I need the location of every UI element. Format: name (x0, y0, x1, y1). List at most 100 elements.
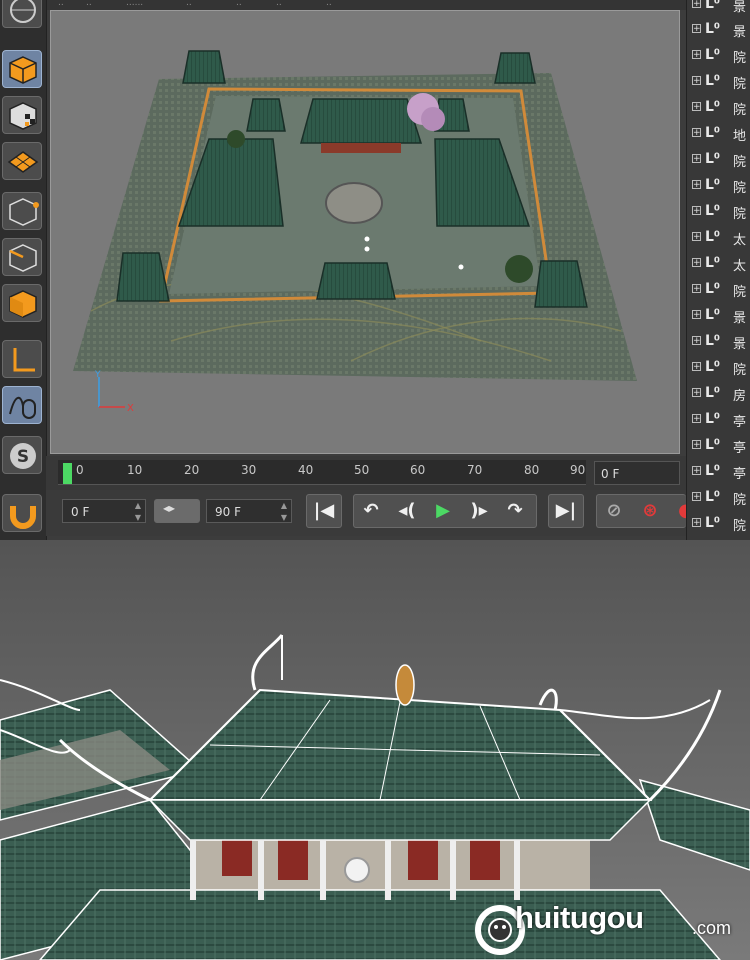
object-item[interactable]: + L⁰ 亭 (687, 407, 750, 433)
expand-icon[interactable]: + (692, 180, 701, 190)
expand-icon[interactable]: + (692, 102, 701, 112)
object-item[interactable]: + L⁰ 亭 (687, 459, 750, 485)
expand-icon[interactable]: + (692, 76, 701, 86)
model-mode-button[interactable] (2, 50, 42, 88)
expand-icon[interactable]: + (692, 336, 701, 346)
spinner-icon[interactable]: ▲ ▼ (281, 500, 287, 524)
object-label: 亭 (733, 467, 747, 482)
object-item[interactable]: + L⁰ 院 (687, 147, 750, 173)
null-object-icon: L⁰ (705, 411, 721, 427)
expand-icon[interactable]: + (692, 466, 701, 476)
frame-tick: 10 (127, 463, 143, 477)
playhead[interactable] (63, 463, 72, 484)
object-label: 地 (733, 129, 747, 144)
object-item[interactable]: + L⁰ 太 (687, 251, 750, 277)
tweak-mode-button[interactable] (2, 386, 42, 424)
object-label: 太 (733, 259, 747, 274)
object-item[interactable]: + L⁰ 亭 (687, 433, 750, 459)
watermark-suffix: .com (692, 918, 732, 938)
expand-icon[interactable]: + (692, 492, 701, 502)
axis-icon (13, 348, 35, 372)
object-item[interactable]: + L⁰ 景 (687, 0, 750, 18)
expand-icon[interactable]: + (692, 414, 701, 424)
key-icon[interactable]: ⊘ (597, 495, 631, 527)
go-to-start-button[interactable]: |◀ (306, 494, 342, 528)
prev-frame-button[interactable]: ◂( (390, 495, 424, 527)
svg-text:Y: Y (94, 370, 101, 380)
mouse-curve-icon (9, 396, 36, 419)
snap-button[interactable]: S (2, 436, 42, 474)
menu-bar: .. .. ...... .. .. .. .. (46, 0, 686, 10)
expand-icon[interactable]: + (692, 0, 701, 9)
expand-icon[interactable]: + (692, 50, 701, 60)
object-item[interactable]: + L⁰ 太 (687, 225, 750, 251)
object-item[interactable]: + L⁰ 房 (687, 381, 750, 407)
next-frame-button[interactable]: )▸ (462, 495, 496, 527)
expand-icon[interactable]: + (692, 128, 701, 138)
play-button[interactable]: ▶ (426, 495, 460, 527)
svg-text:S: S (17, 447, 29, 467)
expand-icon[interactable]: + (692, 24, 701, 34)
expand-icon[interactable]: + (692, 258, 701, 268)
null-object-icon: L⁰ (705, 99, 721, 115)
workplane-button[interactable] (2, 142, 42, 180)
null-object-icon: L⁰ (705, 203, 721, 219)
menu-item[interactable]: .. (276, 0, 282, 8)
texture-mode-button[interactable] (2, 96, 42, 134)
object-item[interactable]: + L⁰ 院 (687, 355, 750, 381)
expand-icon[interactable]: + (692, 206, 701, 216)
object-label: 景 (733, 311, 747, 326)
expand-icon[interactable]: + (692, 388, 701, 398)
object-item[interactable]: + L⁰ 院 (687, 511, 750, 537)
current-frame-field[interactable]: 0 F (594, 461, 680, 485)
menu-item[interactable]: .. (236, 0, 242, 8)
expand-icon[interactable]: + (692, 362, 701, 372)
object-item[interactable]: + L⁰ 院 (687, 69, 750, 95)
menu-item[interactable]: .. (326, 0, 332, 8)
object-item[interactable]: + L⁰ 景 (687, 17, 750, 43)
null-object-icon: L⁰ (705, 0, 721, 12)
menu-item[interactable]: .. (58, 0, 64, 8)
menu-item[interactable]: ...... (126, 0, 143, 8)
object-item[interactable]: + L⁰ 景 (687, 329, 750, 355)
expand-icon[interactable]: + (692, 518, 701, 528)
object-item[interactable]: + L⁰ 院 (687, 173, 750, 199)
record-button[interactable]: ⊛ (633, 495, 667, 527)
spinner-icon[interactable]: ▲ ▼ (135, 500, 141, 524)
object-item[interactable]: + L⁰ 院 (687, 199, 750, 225)
go-to-end-button[interactable]: ▶| (548, 494, 584, 528)
object-item[interactable]: + L⁰ 院 (687, 43, 750, 69)
menu-item[interactable]: .. (186, 0, 192, 8)
expand-icon[interactable]: + (692, 154, 701, 164)
magnet-button[interactable] (2, 494, 42, 532)
null-object-icon: L⁰ (705, 359, 721, 375)
expand-icon[interactable]: + (692, 310, 701, 320)
object-item[interactable]: + L⁰ 院 (687, 485, 750, 511)
edge-mode-button[interactable] (2, 238, 42, 276)
start-frame-value: 0 F (71, 505, 90, 519)
object-item[interactable]: + L⁰ 地 (687, 121, 750, 147)
object-item[interactable]: + L⁰ 院 (687, 277, 750, 303)
expand-icon[interactable]: + (692, 284, 701, 294)
checker-cube-icon (9, 102, 37, 130)
polygon-mode-button[interactable] (2, 284, 42, 322)
expand-icon[interactable]: + (692, 232, 701, 242)
expand-icon[interactable]: + (692, 440, 701, 450)
object-label: 院 (733, 103, 747, 118)
point-mode-button[interactable] (2, 192, 42, 230)
grid-plane-icon (7, 151, 39, 173)
axis-mode-button[interactable] (2, 340, 42, 378)
prev-key-button[interactable]: ↶ (354, 495, 388, 527)
object-label: 景 (733, 25, 747, 40)
object-item[interactable]: + L⁰ 景 (687, 303, 750, 329)
3d-viewport[interactable]: X Y (50, 10, 680, 454)
end-frame-field[interactable]: 90 F ▲ ▼ (206, 499, 292, 523)
null-object-icon: L⁰ (705, 125, 721, 141)
menu-item[interactable]: .. (86, 0, 92, 8)
frame-ruler[interactable]: 0 10 20 30 40 50 60 70 80 90 (58, 460, 586, 485)
range-slider[interactable]: ◂▸ (154, 499, 200, 523)
start-frame-field[interactable]: 0 F ▲ ▼ (62, 499, 146, 523)
next-key-button[interactable]: ↷ (498, 495, 532, 527)
view-cube-tool[interactable] (2, 0, 42, 28)
object-item[interactable]: + L⁰ 院 (687, 95, 750, 121)
